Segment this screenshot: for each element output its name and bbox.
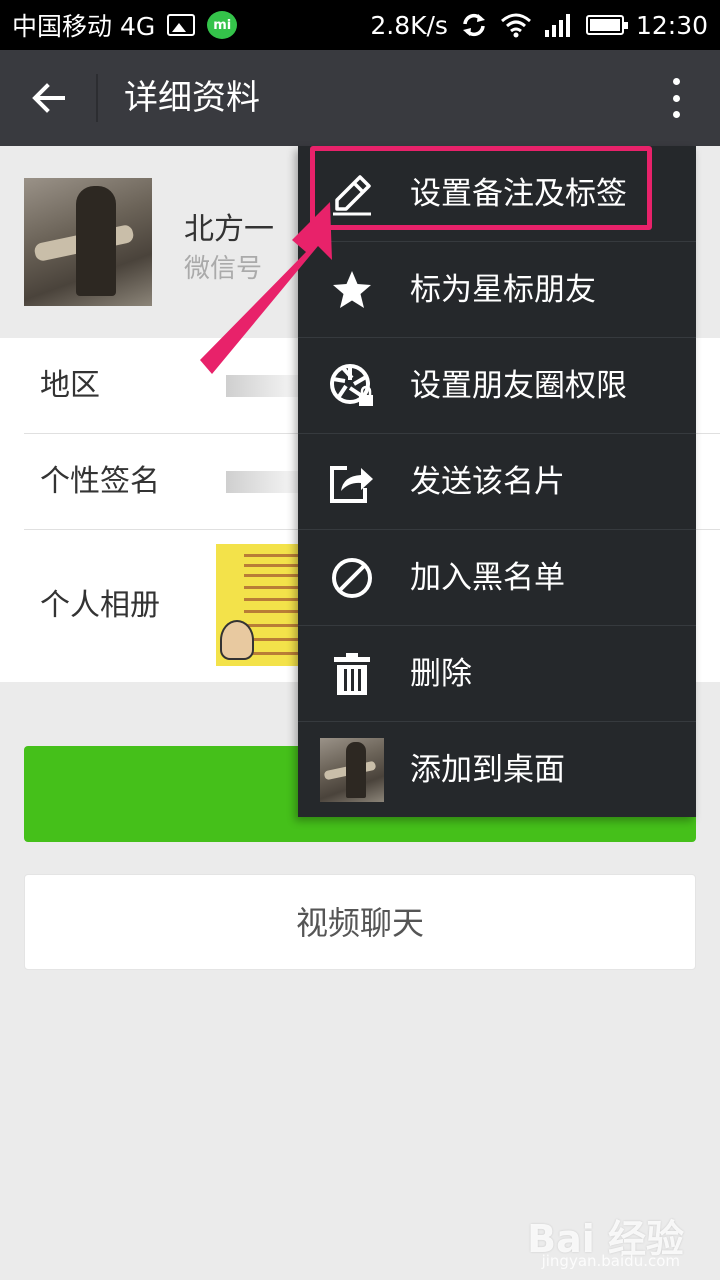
clock: 12:30 <box>635 10 708 40</box>
wechat-id-label: 微信号 <box>184 254 263 284</box>
menu-item-star-friend[interactable]: 标为星标朋友 <box>298 242 696 338</box>
menu-item-label: 删除 <box>410 656 472 692</box>
header-divider <box>96 74 98 122</box>
star-icon <box>328 266 376 314</box>
menu-item-send-card[interactable]: 发送该名片 <box>298 434 696 530</box>
menu-item-moments-permission[interactable]: 设置朋友圈权限 <box>298 338 696 434</box>
signature-label: 个性签名 <box>40 464 160 499</box>
trash-icon <box>328 650 376 698</box>
block-icon <box>328 554 376 602</box>
page-title: 详细资料 <box>124 78 260 118</box>
image-icon <box>167 14 196 36</box>
wifi-icon <box>500 13 531 38</box>
battery-icon <box>585 15 628 35</box>
avatar[interactable] <box>24 178 152 306</box>
nickname: 北方一 <box>184 212 274 247</box>
back-button[interactable] <box>20 74 76 122</box>
album-label: 个人相册 <box>40 588 160 623</box>
baidu-watermark-url: jingyan.baidu.com <box>541 1252 680 1270</box>
share-icon <box>328 458 376 506</box>
status-bar: 中国移动 4G mi 2.8K/s 12:30 <box>0 0 720 50</box>
menu-item-label: 发送该名片 <box>410 464 565 500</box>
menu-item-delete[interactable]: 删除 <box>298 626 696 722</box>
moments-lock-icon <box>328 362 376 410</box>
highlight-box <box>310 146 652 230</box>
menu-item-label: 添加到桌面 <box>410 752 565 788</box>
more-vertical-icon[interactable] <box>662 74 690 122</box>
video-chat-button[interactable]: 视频聊天 <box>24 874 696 970</box>
region-label: 地区 <box>40 368 100 403</box>
menu-item-label: 设置朋友圈权限 <box>410 368 627 404</box>
carrier-text: 中国移动 4G <box>12 12 156 41</box>
action-bar: 详细资料 <box>0 50 720 146</box>
menu-item-label: 标为星标朋友 <box>410 272 596 308</box>
sync-icon <box>462 13 485 37</box>
mi-message-icon: mi <box>207 11 238 39</box>
overflow-menu: 设置备注及标签 标为星标朋友 设置朋友圈权限 发送该名片 加入黑名单 删除 添加… <box>298 146 696 817</box>
menu-item-add-to-desktop[interactable]: 添加到桌面 <box>298 722 696 818</box>
network-speed: 2.8K/s <box>370 10 448 40</box>
arrow-left-icon <box>32 83 65 113</box>
menu-item-blacklist[interactable]: 加入黑名单 <box>298 530 696 626</box>
signal-icon <box>544 14 570 37</box>
menu-item-label: 加入黑名单 <box>410 560 565 596</box>
avatar-thumbnail <box>320 738 384 802</box>
